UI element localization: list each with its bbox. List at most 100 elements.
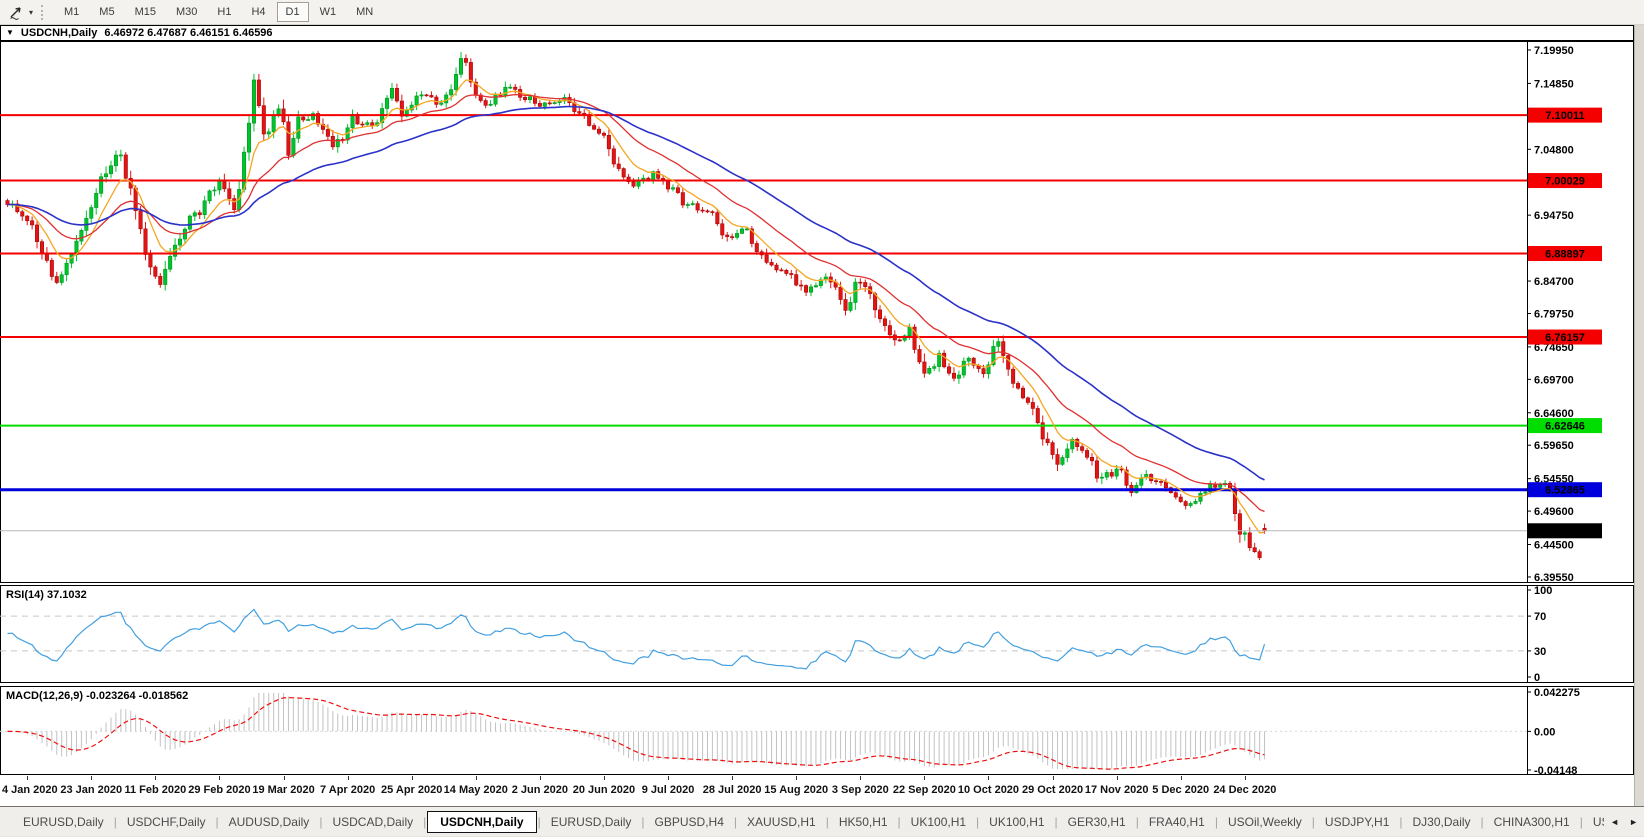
tab-separator: | — [1399, 814, 1403, 829]
tab-separator: | — [319, 814, 323, 829]
tab-separator: | — [825, 814, 829, 829]
macd-tick-label: -0.04148 — [1534, 765, 1577, 775]
bid-price-badge: 6.46596 — [1545, 526, 1585, 538]
price-tick-label: 6.59650 — [1534, 440, 1574, 452]
date-axis-label: 10 Oct 2020 — [957, 784, 1020, 796]
chart-tab-fra40-h1[interactable]: FRA40,H1 — [1140, 812, 1214, 832]
chart-tab-usoil[interactable]: USOil, — [1584, 812, 1604, 832]
price-tick-label: 6.84700 — [1534, 276, 1574, 288]
toolbar-grip[interactable] — [41, 4, 46, 20]
tab-separator: | — [1311, 814, 1315, 829]
timeframe-button-w1[interactable]: W1 — [311, 2, 346, 22]
chart-tab-usdcnh-daily[interactable]: USDCNH,Daily — [427, 810, 537, 833]
chart-tab-uk100-h1[interactable]: UK100,H1 — [980, 812, 1053, 832]
tab-separator: | — [733, 814, 738, 829]
date-axis-label: 2 Jun 2020 — [511, 784, 568, 796]
timeframe-button-m15[interactable]: M15 — [126, 2, 165, 22]
level-price-badge: 6.76157 — [1545, 332, 1585, 344]
date-axis-label: 15 Aug 2020 — [764, 784, 829, 796]
chart-tab-eurusd-daily[interactable]: EURUSD,Daily — [542, 812, 641, 832]
date-axis-tick — [668, 776, 670, 780]
tab-separator: | — [976, 814, 980, 829]
date-axis-tick — [924, 776, 926, 780]
timeframe-button-m1[interactable]: M1 — [55, 2, 88, 22]
chart-tab-usdjpy-h1[interactable]: USDJPY,H1 — [1316, 812, 1398, 832]
date-axis-label: 7 Apr 2020 — [319, 784, 376, 796]
timeframe-button-h1[interactable]: H1 — [208, 2, 240, 22]
price-tick-label: 6.69700 — [1534, 374, 1574, 386]
level-price-badge: 6.62646 — [1545, 421, 1585, 433]
chart-tab-hk50-h1[interactable]: HK50,H1 — [830, 812, 897, 832]
main-chart-border — [0, 41, 1634, 583]
date-axis-tick — [796, 776, 798, 780]
date-axis-tick — [155, 776, 157, 780]
tab-scroll-controls: ◄ ► — [1610, 807, 1640, 837]
macd-tick-label: 0.00 — [1534, 726, 1555, 738]
chart-tab-ger30-h1[interactable]: GER30,H1 — [1059, 812, 1135, 832]
date-axis-tick — [732, 776, 734, 780]
tab-separator: | — [1135, 814, 1139, 829]
chart-tab-dj30-daily[interactable]: DJ30,Daily — [1404, 812, 1480, 832]
chart-title-ohlc: 6.46972 6.47687 6.46151 6.46596 — [104, 27, 273, 39]
pointer-tool-glyph — [10, 7, 21, 20]
rsi-panel-canvas[interactable]: 100 70 30 0 — [0, 585, 1634, 683]
date-axis-label: 17 Nov 2020 — [1084, 784, 1149, 796]
date-axis-tick — [1244, 776, 1246, 780]
timeframe-button-h4[interactable]: H4 — [242, 2, 274, 22]
pointer-tool-dropdown-icon[interactable]: ▾ — [29, 8, 33, 17]
chart-title-bar: ▼ USDCNH,Daily 6.46972 6.47687 6.46151 6… — [0, 25, 1634, 41]
chart-tab-xauusd-h1[interactable]: XAUUSD,H1 — [738, 812, 825, 832]
date-axis-label: 22 Sep 2020 — [892, 784, 956, 796]
date-axis-tick — [603, 776, 605, 780]
tab-separator: | — [423, 814, 427, 829]
chart-tabs: EURUSD,Daily | USDCHF,Daily | AUDUSD,Daily | U… — [14, 810, 1604, 833]
macd-panel-canvas[interactable]: 0.042275 0.00 -0.04148 — [0, 686, 1634, 775]
timeframe-button-m5[interactable]: M5 — [90, 2, 123, 22]
date-axis-label: 24 Dec 2020 — [1213, 784, 1277, 796]
chart-tab-usdchf-daily[interactable]: USDCHF,Daily — [118, 812, 215, 832]
chart-tab-china300-h1[interactable]: CHINA300,H1 — [1485, 812, 1579, 832]
tabs-scroll-left-icon[interactable]: ◄ — [1610, 817, 1619, 827]
rsi-label: RSI(14) 37.1032 — [6, 589, 87, 601]
date-axis-tick — [988, 776, 990, 780]
tabs-scroll-right-icon[interactable]: ► — [1629, 817, 1638, 827]
main-chart-canvas[interactable]: 7.19950 7.14850 7.04800 6.94750 6.84700 6.797… — [0, 41, 1634, 583]
chart-tab-uk100-h1[interactable]: UK100,H1 — [902, 812, 975, 832]
date-axis[interactable]: 4 Jan 2020 23 Jan 2020 11 Feb 2020 29 Feb 2… — [0, 776, 1634, 806]
timeframe-button-d1[interactable]: D1 — [276, 2, 309, 22]
chart-tab-audusd-daily[interactable]: AUDUSD,Daily — [220, 812, 319, 832]
timeframe-button-group: M1 M5 M15 M30 H1 H4 D1 W1 MN — [54, 2, 383, 22]
date-axis-tick — [219, 776, 221, 780]
price-tick-label: 7.19950 — [1534, 45, 1574, 57]
collapse-arrow-icon[interactable]: ▼ — [6, 29, 14, 37]
date-axis-label: 14 May 2020 — [443, 784, 508, 796]
date-axis-label: 19 Mar 2020 — [252, 784, 315, 796]
timeframe-button-m30[interactable]: M30 — [167, 2, 206, 22]
chart-tab-eurusd-daily[interactable]: EURUSD,Daily — [14, 812, 113, 832]
tab-separator: | — [1214, 814, 1218, 829]
macd-tick-label: 0.042275 — [1534, 687, 1580, 699]
rsi-tick-label: 100 — [1534, 585, 1552, 597]
tab-separator: | — [537, 814, 541, 829]
price-tick-label: 7.04800 — [1534, 144, 1574, 156]
date-axis-label: 23 Jan 2020 — [60, 784, 123, 796]
date-axis-label: 25 Apr 2020 — [381, 784, 443, 796]
tab-separator: | — [1480, 814, 1484, 829]
price-tick-label: 6.79750 — [1534, 308, 1574, 320]
timeframe-button-mn[interactable]: MN — [347, 2, 382, 22]
level-price-badge: 7.00029 — [1545, 176, 1585, 188]
chart-tab-usoil-weekly[interactable]: USOil,Weekly — [1219, 812, 1311, 832]
date-axis-tick — [27, 776, 29, 780]
date-axis-label: 9 Jul 2020 — [641, 784, 695, 796]
pointer-tool-icon[interactable] — [3, 2, 29, 22]
date-axis-label: 29 Feb 2020 — [188, 784, 251, 796]
date-axis-tick — [91, 776, 93, 780]
toolbar: ▾ M1 M5 M15 M30 H1 H4 D1 W1 MN — [0, 0, 1644, 25]
tab-separator: | — [1579, 814, 1583, 829]
date-axis-tick — [1052, 776, 1054, 780]
date-axis-label: 28 Jul 2020 — [702, 784, 762, 796]
chart-tab-gbpusd-h4[interactable]: GBPUSD,H4 — [646, 812, 733, 832]
chart-tab-usdcad-daily[interactable]: USDCAD,Daily — [323, 812, 422, 832]
date-axis-label: 11 Feb 2020 — [124, 784, 187, 796]
date-axis-label: 20 Jun 2020 — [572, 784, 636, 796]
